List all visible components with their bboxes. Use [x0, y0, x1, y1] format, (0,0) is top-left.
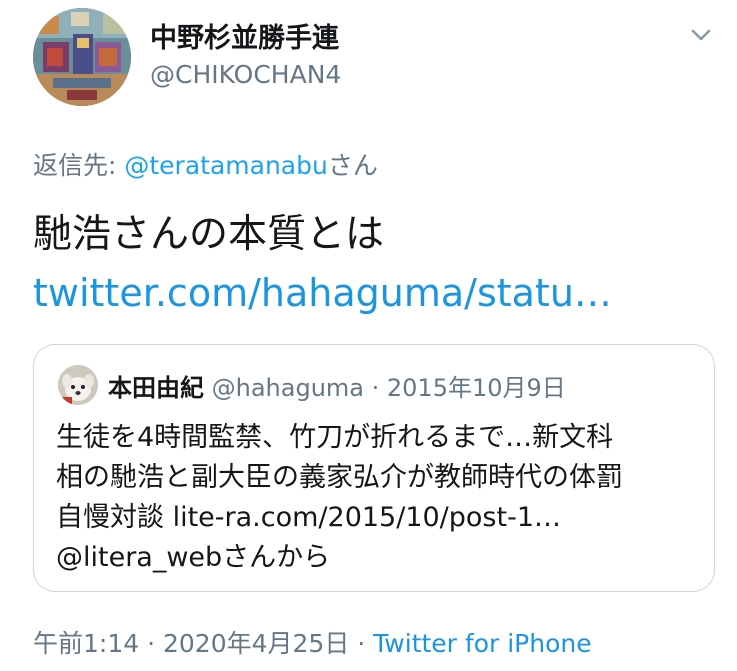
avatar-image: [33, 8, 131, 106]
tweet-footer: 午前1:14 · 2020年4月25日 · Twitter for iPhone: [33, 624, 592, 660]
quoted-text-line: @litera_webさんから: [56, 542, 331, 573]
author-avatar[interactable]: [33, 8, 131, 106]
quoted-tweet-text: 生徒を4時間監禁、竹刀が折れるまで…新文科 相の馳浩と副大臣の義家弘介が教師時代…: [56, 418, 696, 578]
author-handle[interactable]: @CHIKOCHAN4: [150, 60, 341, 89]
reply-mention-link[interactable]: @teratamanabu: [124, 151, 327, 180]
reply-to-line: 返信先: @teratamanabuさん: [33, 146, 378, 182]
quoted-header: 本田由紀 @hahaguma · 2015年10月9日: [108, 368, 566, 403]
quoted-text-line: 生徒を4時間監禁、竹刀が折れるまで…新文科: [56, 422, 614, 453]
author-display-name[interactable]: 中野杉並勝手連: [150, 16, 339, 55]
footer-separator: ·: [139, 629, 163, 658]
quoted-author-meta: @hahaguma · 2015年10月9日: [211, 374, 566, 402]
footer-separator: ·: [349, 629, 374, 658]
reply-prefix: 返信先:: [33, 151, 125, 180]
tweet-link[interactable]: twitter.com/hahaguma/statu…: [33, 271, 612, 315]
reply-suffix: さん: [327, 151, 378, 180]
tweet-source-link[interactable]: Twitter for iPhone: [373, 629, 591, 658]
quoted-avatar-image: [58, 365, 98, 405]
quoted-author-avatar[interactable]: [58, 365, 98, 405]
tweet-date[interactable]: 2020年4月25日: [163, 629, 349, 658]
tweet-text: 馳浩さんの本質とは: [33, 212, 385, 257]
quoted-author-name[interactable]: 本田由紀: [108, 374, 204, 402]
chevron-down-icon[interactable]: [684, 18, 718, 52]
quoted-text-line: 自慢対談 lite-ra.com/2015/10/post-1…: [56, 502, 562, 533]
quoted-text-line: 相の馳浩と副大臣の義家弘介が教師時代の体罰: [56, 462, 623, 493]
tweet-time[interactable]: 午前1:14: [33, 629, 139, 658]
